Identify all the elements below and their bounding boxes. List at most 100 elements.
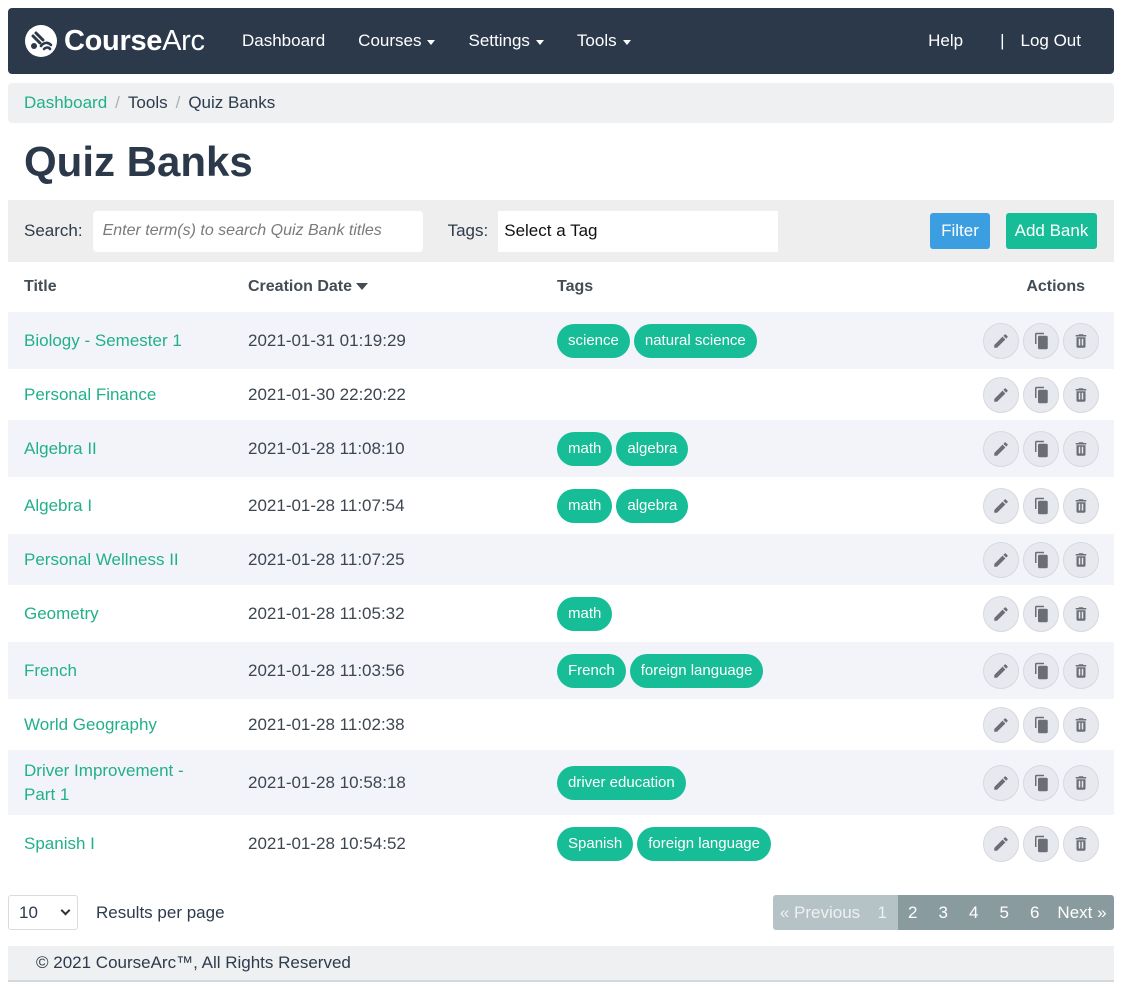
- pencil-icon: [994, 333, 1008, 348]
- cell-actions: [934, 642, 1114, 699]
- delete-button[interactable]: [1063, 430, 1099, 467]
- pagination-next[interactable]: Next »: [1050, 895, 1114, 930]
- breadcrumb-separator: /: [115, 93, 120, 112]
- tags-label: Tags:: [447, 221, 489, 240]
- tag-badge[interactable]: math: [557, 596, 613, 631]
- quiz-bank-title-link[interactable]: Driver Improvement - Part 1: [24, 759, 194, 807]
- table-row: Driver Improvement - Part 1 2021-01-28 10…: [8, 750, 1114, 815]
- edit-button[interactable]: [983, 541, 1019, 578]
- copy-button[interactable]: [1023, 430, 1059, 467]
- tag-badge[interactable]: French: [557, 653, 626, 688]
- tag-badge[interactable]: Spanish: [557, 826, 634, 861]
- quiz-bank-title-link[interactable]: Algebra II: [24, 437, 194, 461]
- copy-button[interactable]: [1023, 706, 1059, 743]
- tag-badge[interactable]: science: [557, 323, 630, 358]
- delete-button[interactable]: [1063, 376, 1099, 413]
- nav-dashboard[interactable]: Dashboard: [242, 31, 325, 51]
- delete-button[interactable]: [1063, 652, 1099, 689]
- quiz-bank-title-link[interactable]: Biology - Semester 1: [24, 329, 194, 353]
- copy-button[interactable]: [1023, 764, 1059, 801]
- nav-help[interactable]: Help: [928, 31, 963, 51]
- delete-button[interactable]: [1063, 595, 1099, 632]
- brand-logo[interactable]: CourseArc: [24, 24, 242, 58]
- copy-icon: [1035, 332, 1048, 349]
- copy-icon: [1035, 386, 1048, 403]
- quiz-banks-table: Title Creation Date Tags Actions Biology…: [8, 262, 1114, 872]
- pagination-page-2[interactable]: 2: [897, 895, 928, 930]
- nav-courses[interactable]: Courses: [358, 31, 436, 51]
- delete-button[interactable]: [1063, 322, 1099, 359]
- quiz-bank-title-link[interactable]: Personal Finance: [24, 383, 194, 407]
- cell-title: Spanish I: [8, 815, 232, 872]
- edit-button[interactable]: [983, 487, 1019, 524]
- copy-button[interactable]: [1023, 376, 1059, 413]
- nav-settings[interactable]: Settings: [468, 31, 544, 51]
- breadcrumb-dashboard[interactable]: Dashboard: [24, 93, 107, 113]
- nav-logout[interactable]: Log Out: [1021, 31, 1082, 51]
- copy-button[interactable]: [1023, 825, 1059, 862]
- pagination-page-5[interactable]: 5: [989, 895, 1020, 930]
- caret-down-icon: [427, 39, 436, 45]
- quiz-bank-title-link[interactable]: Personal Wellness II: [24, 548, 194, 572]
- delete-button[interactable]: [1063, 706, 1099, 743]
- cell-creation-date: 2021-01-31 01:19:29: [232, 312, 541, 369]
- edit-button[interactable]: [983, 595, 1019, 632]
- cell-title: Driver Improvement - Part 1: [8, 750, 232, 815]
- cell-actions: [934, 534, 1114, 585]
- copy-button[interactable]: [1023, 595, 1059, 632]
- edit-button[interactable]: [983, 764, 1019, 801]
- results-per-page-select[interactable]: 10: [8, 895, 78, 930]
- edit-button[interactable]: [983, 376, 1019, 413]
- copy-icon: [1035, 497, 1048, 514]
- filter-button[interactable]: Filter: [930, 213, 990, 249]
- add-bank-button[interactable]: Add Bank: [1006, 213, 1097, 249]
- pencil-icon: [994, 441, 1008, 456]
- column-header-creation-date[interactable]: Creation Date: [232, 262, 541, 312]
- tag-select[interactable]: Select a Tag: [498, 210, 779, 252]
- tag-badge[interactable]: driver education: [557, 765, 686, 800]
- edit-button[interactable]: [983, 322, 1019, 359]
- quiz-bank-title-link[interactable]: French: [24, 659, 194, 683]
- tag-badge[interactable]: foreign language: [637, 826, 771, 861]
- copy-button[interactable]: [1023, 322, 1059, 359]
- column-header-actions: Actions: [1026, 278, 1085, 295]
- tag-badge[interactable]: math: [557, 431, 613, 466]
- column-header-title[interactable]: Title: [8, 262, 232, 312]
- tag-badge[interactable]: foreign language: [629, 653, 764, 688]
- copy-button[interactable]: [1023, 487, 1059, 524]
- tag-badge[interactable]: math: [557, 488, 613, 523]
- quiz-bank-title-link[interactable]: World Geography: [24, 713, 194, 737]
- table-footer-controls: 10 Results per page « Previous 1 2 3 4 5 6 Next…: [8, 895, 1114, 930]
- edit-button[interactable]: [983, 430, 1019, 467]
- tag-badge[interactable]: algebra: [616, 488, 689, 523]
- search-input[interactable]: [92, 210, 423, 252]
- copy-icon: [1035, 835, 1048, 852]
- delete-button[interactable]: [1063, 764, 1099, 801]
- copy-button[interactable]: [1023, 652, 1059, 689]
- edit-button[interactable]: [983, 652, 1019, 689]
- cell-tags: [541, 369, 934, 420]
- nav-tools[interactable]: Tools: [577, 31, 631, 51]
- tag-badge[interactable]: natural science: [633, 323, 757, 358]
- quiz-bank-title-link[interactable]: Spanish I: [24, 832, 194, 856]
- tag-badge[interactable]: algebra: [616, 431, 689, 466]
- copy-icon: [1035, 440, 1048, 457]
- delete-button[interactable]: [1063, 825, 1099, 862]
- delete-button[interactable]: [1063, 487, 1099, 524]
- edit-button[interactable]: [983, 825, 1019, 862]
- table-row: Personal Wellness II 2021-01-28 11:07:25: [8, 534, 1114, 585]
- delete-button[interactable]: [1063, 541, 1099, 578]
- pagination-page-3[interactable]: 3: [928, 895, 959, 930]
- quiz-bank-title-link[interactable]: Geometry: [24, 602, 194, 626]
- copy-button[interactable]: [1023, 541, 1059, 578]
- table-row: Algebra I 2021-01-28 11:07:54 math algebra: [8, 477, 1114, 534]
- pagination-previous: « Previous: [773, 895, 867, 930]
- pencil-icon: [994, 663, 1008, 678]
- pagination-page-6[interactable]: 6: [1019, 895, 1050, 930]
- breadcrumb-current: Quiz Banks: [188, 93, 276, 112]
- pagination-page-4[interactable]: 4: [958, 895, 989, 930]
- cell-creation-date: 2021-01-28 10:58:18: [232, 750, 541, 815]
- quiz-bank-title-link[interactable]: Algebra I: [24, 494, 194, 518]
- pencil-icon: [994, 836, 1008, 851]
- edit-button[interactable]: [983, 706, 1019, 743]
